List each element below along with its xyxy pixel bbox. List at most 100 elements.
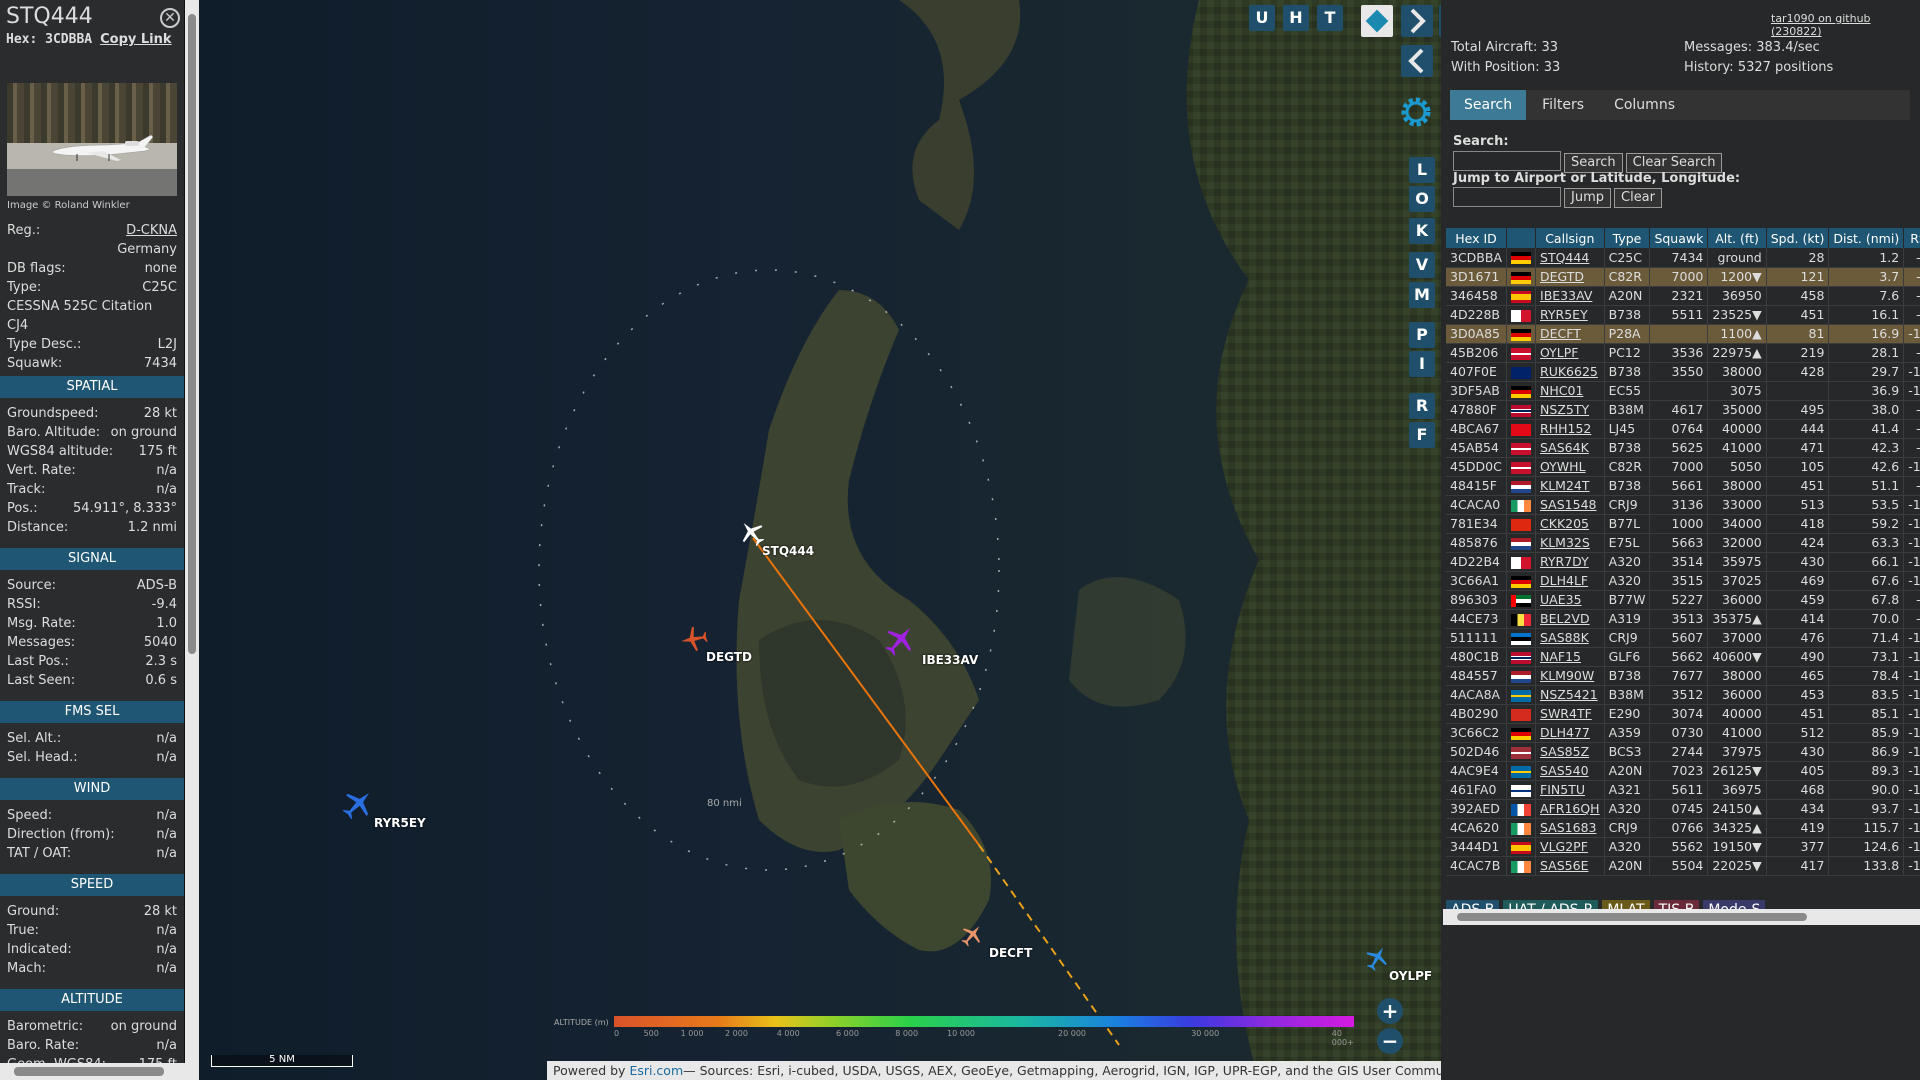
table-row[interactable]: 3444D1VLG2PFA320556219150▼377124.6-18.6n [1446, 837, 1920, 857]
layers-icon[interactable] [1361, 5, 1393, 37]
cell-call[interactable]: UAE35 [1535, 590, 1605, 610]
table-row[interactable]: 45AB54SAS64KB73856254100047142.3-2.2n [1446, 438, 1920, 458]
clear-jump-button[interactable]: Clear [1614, 188, 1662, 208]
table-row[interactable]: 484557KLM90WB73876773800046578.4-17.6n [1446, 666, 1920, 686]
table-row[interactable]: 3CDBBASTQ444C25C7434ground281.2-9.4n [1446, 248, 1920, 268]
clear-search-button[interactable]: Clear Search [1625, 152, 1723, 173]
column-header[interactable]: Squawk [1649, 228, 1709, 248]
table-row[interactable]: 3C66A1DLH4LFA32035153702546967.6-11.2n [1446, 571, 1920, 591]
cell-call[interactable]: DECFT [1535, 324, 1605, 344]
cell-call[interactable]: KLM24T [1535, 476, 1605, 496]
cell-call[interactable]: STQ444 [1535, 248, 1605, 268]
cell-call[interactable]: DEGTD [1535, 267, 1605, 287]
table-row[interactable]: 346458IBE33AVA20N2321369504587.6-5.0n [1446, 286, 1920, 306]
cell-call[interactable]: RYR7DY [1535, 552, 1605, 572]
cell-call[interactable]: SWR4TF [1535, 704, 1605, 724]
jump-button[interactable]: Jump [1564, 188, 1611, 208]
cell-call[interactable]: NSZ5421 [1535, 685, 1605, 705]
table-row[interactable]: 3DF5ABNHC01EC55307536.9-17.8n [1446, 381, 1920, 401]
table-row[interactable]: 4BCA67RHH152LJ4507644000044441.4-4.8n [1446, 419, 1920, 439]
table-row[interactable]: 4CA620 SAS1683CRJ9076634325▲419115.7-17.8… [1446, 818, 1920, 838]
aircraft-oylpf-icon[interactable] [1363, 944, 1391, 972]
map-button-f[interactable]: F [1409, 422, 1435, 448]
table-row[interactable]: 502D46SAS85ZBCS327443797543086.9-15.4n [1446, 742, 1920, 762]
map-button-p[interactable]: P [1409, 322, 1435, 348]
map-view[interactable]: U H T LOKVMPIRF STQ444 DEGTD IBE33AV RYR… [199, 0, 1441, 1080]
tab-search[interactable]: Search [1450, 90, 1527, 120]
table-row[interactable]: 4CACA0SAS1548CRJ931363300051353.5-17.1n [1446, 495, 1920, 515]
cell-call[interactable]: RYR5EY [1535, 305, 1605, 325]
table-row[interactable]: 480C1BNAF15GLF6566240600▼49073.1-11.4y [1446, 647, 1920, 667]
column-header[interactable]: RSSI [1903, 228, 1920, 248]
github-link[interactable]: tar1090 on github (230822) [1771, 12, 1920, 38]
table-row[interactable]: 4AC9E4SAS540A20N702326125▼40589.3-18.3n [1446, 761, 1920, 781]
cell-call[interactable]: NHC01 [1535, 381, 1605, 401]
map-button-k[interactable]: K [1409, 218, 1435, 244]
search-button[interactable]: Search [1564, 152, 1623, 173]
table-row[interactable]: 4B0290SWR4TFE29030744000045185.1-16.1n [1446, 704, 1920, 724]
cell-call[interactable]: CKK205 [1535, 514, 1605, 534]
cell-call[interactable]: AFR16QH [1535, 799, 1605, 819]
column-header[interactable] [1506, 228, 1537, 248]
table-row[interactable]: 4D22B4RYR7DYA32035143597543066.1-16.5n [1446, 552, 1920, 572]
map-button-r[interactable]: R [1409, 393, 1435, 419]
cell-call[interactable]: SAS85Z [1535, 742, 1605, 762]
search-input[interactable] [1453, 151, 1561, 171]
zoom-in-button[interactable]: + [1377, 998, 1403, 1024]
map-button-o[interactable]: O [1409, 186, 1435, 212]
cell-call[interactable]: NSZ5TY [1535, 400, 1605, 420]
table-row[interactable]: 896303UAE35B77W52273600045967.8-4.4n [1446, 590, 1920, 610]
copy-link-button[interactable]: Copy Link [100, 32, 171, 47]
table-row[interactable]: 485876KLM32SE75L56633200042463.3-16.7n [1446, 533, 1920, 553]
column-header[interactable]: Type [1604, 228, 1651, 248]
map-button-u[interactable]: U [1249, 5, 1275, 31]
aircraft-photo[interactable] [7, 83, 177, 196]
aircraft-decft-icon[interactable] [959, 922, 985, 948]
cell-call[interactable]: SAS88K [1535, 628, 1605, 648]
table-row[interactable]: 44CE73BEL2VDA319351335375▲41470.0-4.7n [1446, 609, 1920, 629]
cell-call[interactable]: SAS1548 [1535, 495, 1605, 515]
column-header[interactable]: Dist. (nmi) [1828, 228, 1905, 248]
jump-input[interactable] [1453, 186, 1561, 207]
map-button-m[interactable]: M [1409, 282, 1435, 308]
table-row[interactable]: 461FA0FIN5TUA32156113697546890.0-10.2n [1446, 780, 1920, 800]
close-icon[interactable]: ✕ [160, 8, 180, 28]
map-button-h[interactable]: H [1283, 5, 1309, 31]
cell-call[interactable]: SAS540 [1535, 761, 1605, 781]
table-row[interactable]: 45DD0COYWHLC82R7000505010542.6-17.5n [1446, 457, 1920, 477]
cell-call[interactable]: NAF15 [1535, 647, 1605, 667]
aircraft-ibe33av-icon[interactable] [882, 622, 918, 658]
cell-call[interactable]: SAS1683 [1535, 818, 1605, 838]
cell-call[interactable]: DLH4LF [1535, 571, 1605, 591]
table-row[interactable]: 392AEDAFR16QHA320074524150▲43493.7-16.0n [1446, 799, 1920, 819]
column-header[interactable]: Callsign [1535, 228, 1605, 248]
map-button-l[interactable]: L [1409, 157, 1435, 183]
table-hscrollbar[interactable] [1443, 909, 1920, 925]
table-row[interactable]: 4D228BRYR5EYB738551123525▼45116.1-2.4n [1446, 305, 1920, 325]
cell-call[interactable]: BEL2VD [1535, 609, 1605, 629]
sidebar-scrollbar[interactable] [185, 0, 199, 1080]
sidebar-hscrollbar[interactable] [0, 1063, 185, 1080]
zoom-out-button[interactable]: − [1377, 1028, 1403, 1054]
table-row[interactable]: 511111SAS88KCRJ956073700047671.4-15.5n [1446, 628, 1920, 648]
table-row[interactable]: 4ACA8ANSZ5421B38M35123600045383.5-16.8n [1446, 685, 1920, 705]
cell-call[interactable]: KLM32S [1535, 533, 1605, 553]
chevron-left-icon[interactable] [1401, 45, 1433, 77]
cell-call[interactable]: OYWHL [1535, 457, 1605, 477]
table-row[interactable]: 47880FNSZ5TYB38M46173500049538.0-3.8n [1446, 400, 1920, 420]
table-row[interactable]: 4CAC7BSAS56EA20N550422025▼417133.8-17.8n [1446, 856, 1920, 876]
cell-call[interactable]: SAS64K [1535, 438, 1605, 458]
settings-gear-icon[interactable] [1394, 90, 1438, 134]
cell-call[interactable]: IBE33AV [1535, 286, 1605, 306]
aircraft-degtd-icon[interactable] [679, 624, 709, 654]
map-button-v[interactable]: V [1409, 252, 1435, 278]
table-row[interactable]: 781E34CKK205B77L10003400041859.2-15.0n [1446, 514, 1920, 534]
cell-call[interactable]: SAS56E [1535, 856, 1605, 876]
cell-call[interactable]: RUK6625 [1535, 362, 1605, 382]
aircraft-ryr5ey-icon[interactable] [340, 786, 376, 822]
registration-link[interactable]: D-CKNA [126, 221, 177, 240]
column-header[interactable]: Spd. (kt) [1766, 228, 1830, 248]
table-row[interactable]: 3D1671DEGTDC82R70001200▼1213.7-3.7n [1446, 267, 1920, 287]
table-row[interactable]: 407F0ERUK6625B73835503800042829.7-11.6n [1446, 362, 1920, 382]
tab-filters[interactable]: Filters [1528, 90, 1598, 120]
